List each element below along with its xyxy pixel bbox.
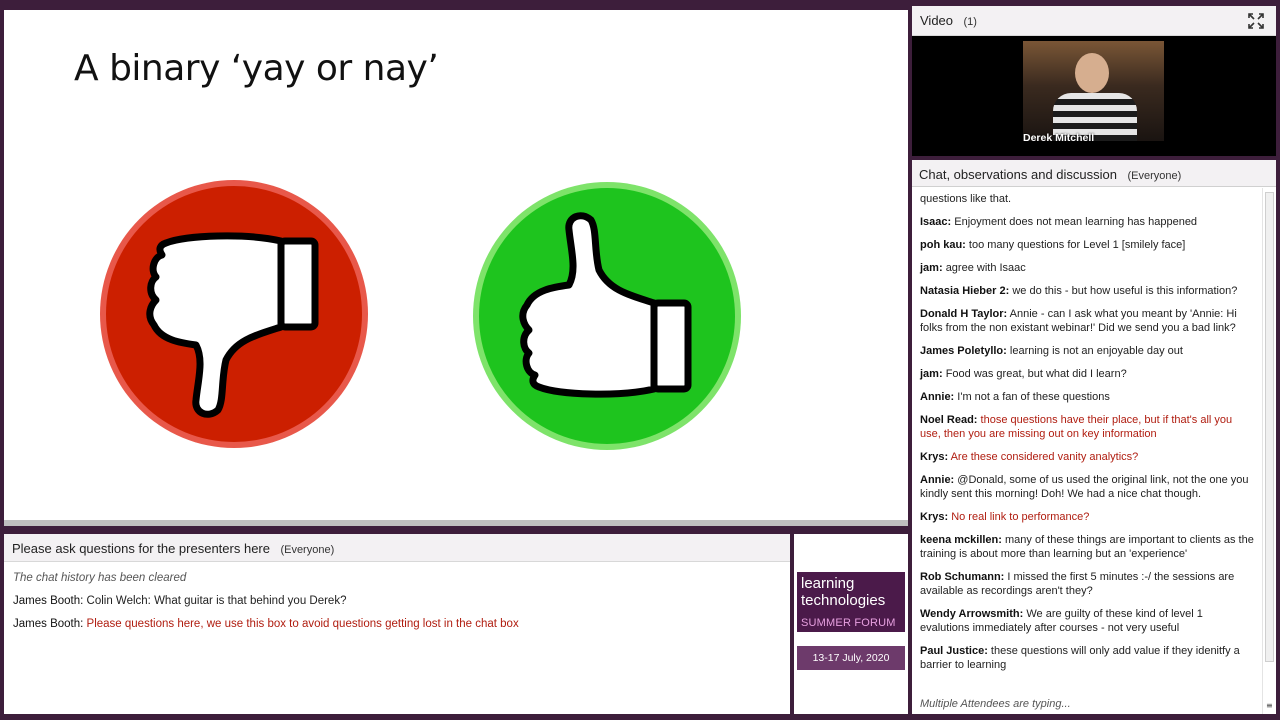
message-text: Enjoyment does not mean learning has hap… (954, 216, 1198, 228)
message-text: Colin Welch: What guitar is that behind … (86, 595, 347, 607)
message-text: Please questions here, we use this box t… (86, 618, 519, 630)
message-text: questions like that. (920, 193, 1012, 205)
slide-title: A binary ‘yay or nay’ (74, 48, 439, 89)
chat-message: Krys: No real link to performance? (920, 510, 1254, 524)
questions-body[interactable]: The chat history has been cleared James … (4, 563, 790, 714)
chat-message: jam: agree with Isaac (920, 261, 1254, 275)
message-sender: James Booth: (13, 595, 84, 607)
message-sender: keena mckillen: (920, 534, 1002, 546)
chat-message-list[interactable]: questions like that. Isaac: Enjoyment doe… (912, 188, 1262, 696)
chat-scrollbar-thumb[interactable] (1265, 192, 1274, 662)
chat-pod-scope: (Everyone) (1127, 170, 1182, 182)
chat-message: Isaac: Enjoyment does not mean learning … (920, 215, 1254, 229)
video-pod: Video (1) Derek Mitchell (912, 6, 1276, 156)
chat-pod: Chat, observations and discussion (Every… (912, 160, 1276, 714)
chat-message: Rob Schumann: I missed the first 5 minut… (920, 570, 1254, 598)
message-text: too many questions for Level 1 [smilely … (968, 239, 1186, 251)
message-sender: Noel Read: (920, 414, 978, 426)
slide-divider (4, 520, 908, 526)
chat-message: James Poletyllo: learning is not an enjo… (920, 344, 1254, 358)
message-text: No real link to performance? (951, 511, 1090, 523)
message-sender: Krys: (920, 511, 949, 523)
chat-pod-title: Chat, observations and discussion (919, 167, 1118, 182)
chat-message: keena mckillen: many of these things are… (920, 533, 1254, 561)
scroll-down-icon[interactable]: ≡ (1266, 701, 1273, 710)
message-sender: Annie: (920, 474, 955, 486)
message-text: @Donald, some of us used the original li… (920, 474, 1249, 500)
chat-message: jam: Food was great, but what did I lear… (920, 367, 1254, 381)
thumbs-up-icon (473, 182, 741, 450)
chat-message: questions like that. (920, 192, 1254, 206)
message-sender: Isaac: (920, 216, 952, 228)
message-text: we do this - but how useful is this info… (1012, 285, 1238, 297)
message-sender: James Poletyllo: (920, 345, 1007, 357)
fullscreen-expand-icon[interactable] (1248, 13, 1264, 29)
logo-divider (797, 632, 905, 646)
chat-cleared-notice: The chat history has been cleared (13, 572, 187, 584)
message-sender: Natasia Hieber 2: (920, 285, 1010, 297)
thumbs-down-icon (100, 180, 368, 448)
questions-pod-title: Please ask questions for the presenters … (12, 541, 270, 556)
chat-message: Krys: Are these considered vanity analyt… (920, 450, 1254, 464)
presenter-video-feed (1023, 41, 1164, 141)
video-pod-title: Video (920, 13, 954, 28)
message-text: agree with Isaac (945, 262, 1026, 274)
logo-line-summer-forum: SUMMER FORUM (801, 617, 896, 629)
message-text: learning is not an enjoyable day out (1009, 345, 1183, 357)
message-text: I'm not a fan of these questions (957, 391, 1110, 403)
questions-pod-scope: (Everyone) (280, 544, 335, 556)
message-sender: Krys: (920, 451, 949, 463)
list-item: James Booth: Please questions here, we u… (13, 616, 781, 639)
list-item: James Booth: Colin Welch: What guitar is… (13, 593, 781, 616)
logo-line-learning: learning (801, 575, 855, 592)
video-count: (1) (963, 16, 977, 28)
message-sender: jam: (920, 368, 943, 380)
presenter-head (1075, 53, 1109, 93)
chat-message: Natasia Hieber 2: we do this - but how u… (920, 284, 1254, 298)
message-sender: Wendy Arrowsmith: (920, 608, 1024, 620)
chat-scrollbar[interactable]: ≡ (1262, 188, 1276, 714)
chat-message: Donald H Taylor: Annie - can I ask what … (920, 307, 1254, 335)
presenter-name: Derek Mitchell (1023, 132, 1095, 144)
presentation-slide: A binary ‘yay or nay’ (4, 10, 908, 526)
message-sender: Donald H Taylor: (920, 308, 1008, 320)
video-stage[interactable]: Derek Mitchell (912, 36, 1276, 156)
logo-line-technologies: technologies (801, 592, 886, 609)
questions-pod: Please ask questions for the presenters … (4, 534, 790, 714)
message-text: Food was great, but what did I learn? (945, 368, 1127, 380)
chat-message: Paul Justice: these questions will only … (920, 644, 1254, 672)
chat-message: Annie: @Donald, some of us used the orig… (920, 473, 1254, 501)
event-logo-pod: learning technologies SUMMER FORUM 13-17… (794, 534, 908, 714)
questions-pod-header: Please ask questions for the presenters … (4, 534, 790, 562)
chat-pod-header: Chat, observations and discussion (Every… (912, 160, 1276, 187)
message-sender: jam: (920, 262, 943, 274)
message-sender: James Booth: (13, 618, 84, 630)
message-sender: Rob Schumann: (920, 571, 1005, 583)
chat-message: Wendy Arrowsmith: We are guilty of these… (920, 607, 1254, 635)
message-sender: poh kau: (920, 239, 966, 251)
message-sender: Annie: (920, 391, 955, 403)
event-date: 13-17 July, 2020 (797, 646, 905, 670)
message-sender: Paul Justice: (920, 645, 988, 657)
chat-message: Noel Read: those questions have their pl… (920, 413, 1254, 441)
chat-message: Annie: I'm not a fan of these questions (920, 390, 1254, 404)
video-pod-header: Video (1) (912, 6, 1276, 36)
chat-message: poh kau: too many questions for Level 1 … (920, 238, 1254, 252)
message-text: Are these considered vanity analytics? (950, 451, 1139, 463)
typing-indicator: Multiple Attendees are typing... (920, 698, 1071, 710)
